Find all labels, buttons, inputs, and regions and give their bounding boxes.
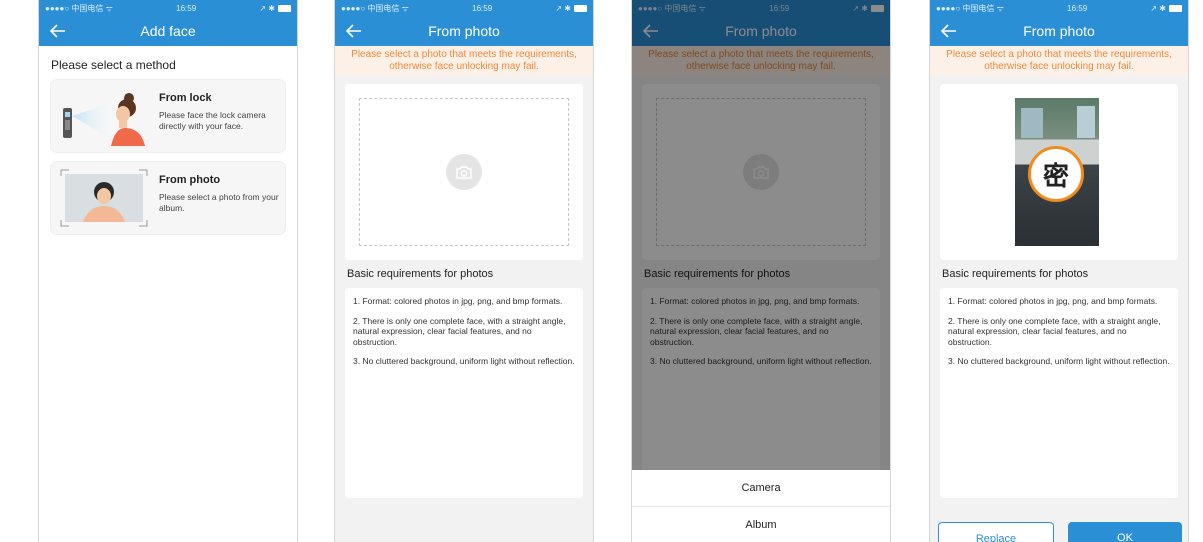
- page-title: From photo: [1023, 23, 1095, 39]
- requirement-item: 3. No cluttered background, uniform ligh…: [948, 356, 1170, 366]
- photo-upload-area[interactable]: [345, 84, 583, 260]
- carrier: ●●●●○ 中国电信 ᯤ: [45, 3, 113, 13]
- screen-from-photo-selected: ●●●●○ 中国电信 ᯤ 16:59 ↗ ✱ From photo Please…: [929, 0, 1189, 542]
- method-title: From lock: [159, 92, 212, 104]
- status-indicators: ↗ ✱: [1150, 3, 1166, 13]
- notice-banner: Please select a photo that meets the req…: [930, 46, 1188, 76]
- privacy-seal: 密: [1028, 146, 1084, 202]
- action-buttons: Replace OK: [938, 522, 1182, 542]
- requirement-item: 3. No cluttered background, uniform ligh…: [353, 356, 575, 366]
- method-from-photo[interactable]: From photo Please select a photo from yo…: [51, 162, 285, 234]
- method-list: Please select a method From lock Please …: [39, 46, 297, 542]
- photo-preview-area[interactable]: 密: [940, 84, 1178, 260]
- status-indicators: ↗ ✱: [259, 3, 275, 13]
- nav-bar: Add face: [39, 16, 297, 46]
- requirement-item: 1. Format: colored photos in jpg, png, a…: [948, 296, 1158, 306]
- screen-from-photo-sheet: ●●●●○ 中国电信 ᯤ 16:59 ↗ ✱ From photo Please…: [631, 0, 891, 542]
- method-description: Please select a photo from your album.: [159, 192, 279, 213]
- clock: 16:59: [472, 3, 493, 13]
- method-from-lock[interactable]: From lock Please face the lock camera di…: [51, 80, 285, 152]
- battery-icon: [1169, 4, 1182, 12]
- status-bar: ●●●●○ 中国电信 ᯤ 16:59 ↗ ✱: [335, 0, 593, 16]
- page-title: Add face: [140, 23, 196, 39]
- lock-face-illustration: [63, 93, 145, 146]
- requirement-item: 1. Format: colored photos in jpg, png, a…: [353, 296, 563, 306]
- battery-icon: [278, 4, 291, 12]
- page-title: From photo: [428, 23, 500, 39]
- method-title: From photo: [159, 174, 221, 186]
- carrier: ●●●●○ 中国电信 ᯤ: [936, 3, 1004, 13]
- requirements-list: 1. Format: colored photos in jpg, png, a…: [345, 288, 583, 498]
- screen-from-photo-empty: ●●●●○ 中国电信 ᯤ 16:59 ↗ ✱ From photo Please…: [334, 0, 594, 542]
- notice-banner: Please select a photo that meets the req…: [335, 46, 593, 76]
- requirements-title: Basic requirements for photos: [347, 268, 494, 280]
- selected-face-photo: 密: [1015, 98, 1099, 246]
- battery-icon: [574, 4, 587, 12]
- requirement-item: 2. There is only one complete face, with…: [353, 315, 566, 347]
- sheet-option-camera[interactable]: Camera: [632, 470, 890, 506]
- wifi-icon: ᯤ: [996, 3, 1004, 13]
- photo-face-illustration: [60, 169, 148, 227]
- screen-add-face: ●●●●○ 中国电信 ᯤ 16:59 ↗ ✱ Add face Please s…: [38, 0, 298, 542]
- status-indicators: ↗ ✱: [555, 3, 571, 13]
- status-bar: ●●●●○ 中国电信 ᯤ 16:59 ↗ ✱: [39, 0, 297, 16]
- section-title: Please select a method: [51, 58, 176, 72]
- action-sheet: Camera Album: [632, 470, 890, 542]
- photo-content: 密 Basic requirements for photos 1. Forma…: [930, 76, 1188, 506]
- arrow-left-icon[interactable]: [345, 22, 363, 40]
- wifi-icon: ᯤ: [105, 3, 113, 13]
- nav-bar: From photo: [930, 16, 1188, 46]
- requirement-item: 2. There is only one complete face, with…: [948, 315, 1161, 347]
- replace-button[interactable]: Replace: [938, 522, 1054, 542]
- arrow-left-icon[interactable]: [940, 22, 958, 40]
- photo-content: Basic requirements for photos 1. Format:…: [335, 76, 593, 506]
- clock: 16:59: [1067, 3, 1088, 13]
- requirements-title: Basic requirements for photos: [942, 268, 1089, 280]
- camera-icon: [456, 166, 472, 179]
- requirements-list: 1. Format: colored photos in jpg, png, a…: [940, 288, 1178, 498]
- wifi-icon: ᯤ: [401, 3, 409, 13]
- sheet-option-album[interactable]: Album: [632, 506, 890, 542]
- camera-button[interactable]: [446, 154, 482, 190]
- status-bar: ●●●●○ 中国电信 ᯤ 16:59 ↗ ✱: [930, 0, 1188, 16]
- method-description: Please face the lock camera directly wit…: [159, 110, 266, 131]
- arrow-left-icon[interactable]: [49, 22, 67, 40]
- nav-bar: From photo: [335, 16, 593, 46]
- dim-overlay[interactable]: [632, 0, 890, 470]
- carrier: ●●●●○ 中国电信 ᯤ: [341, 3, 409, 13]
- clock: 16:59: [176, 3, 197, 13]
- ok-button[interactable]: OK: [1068, 522, 1182, 542]
